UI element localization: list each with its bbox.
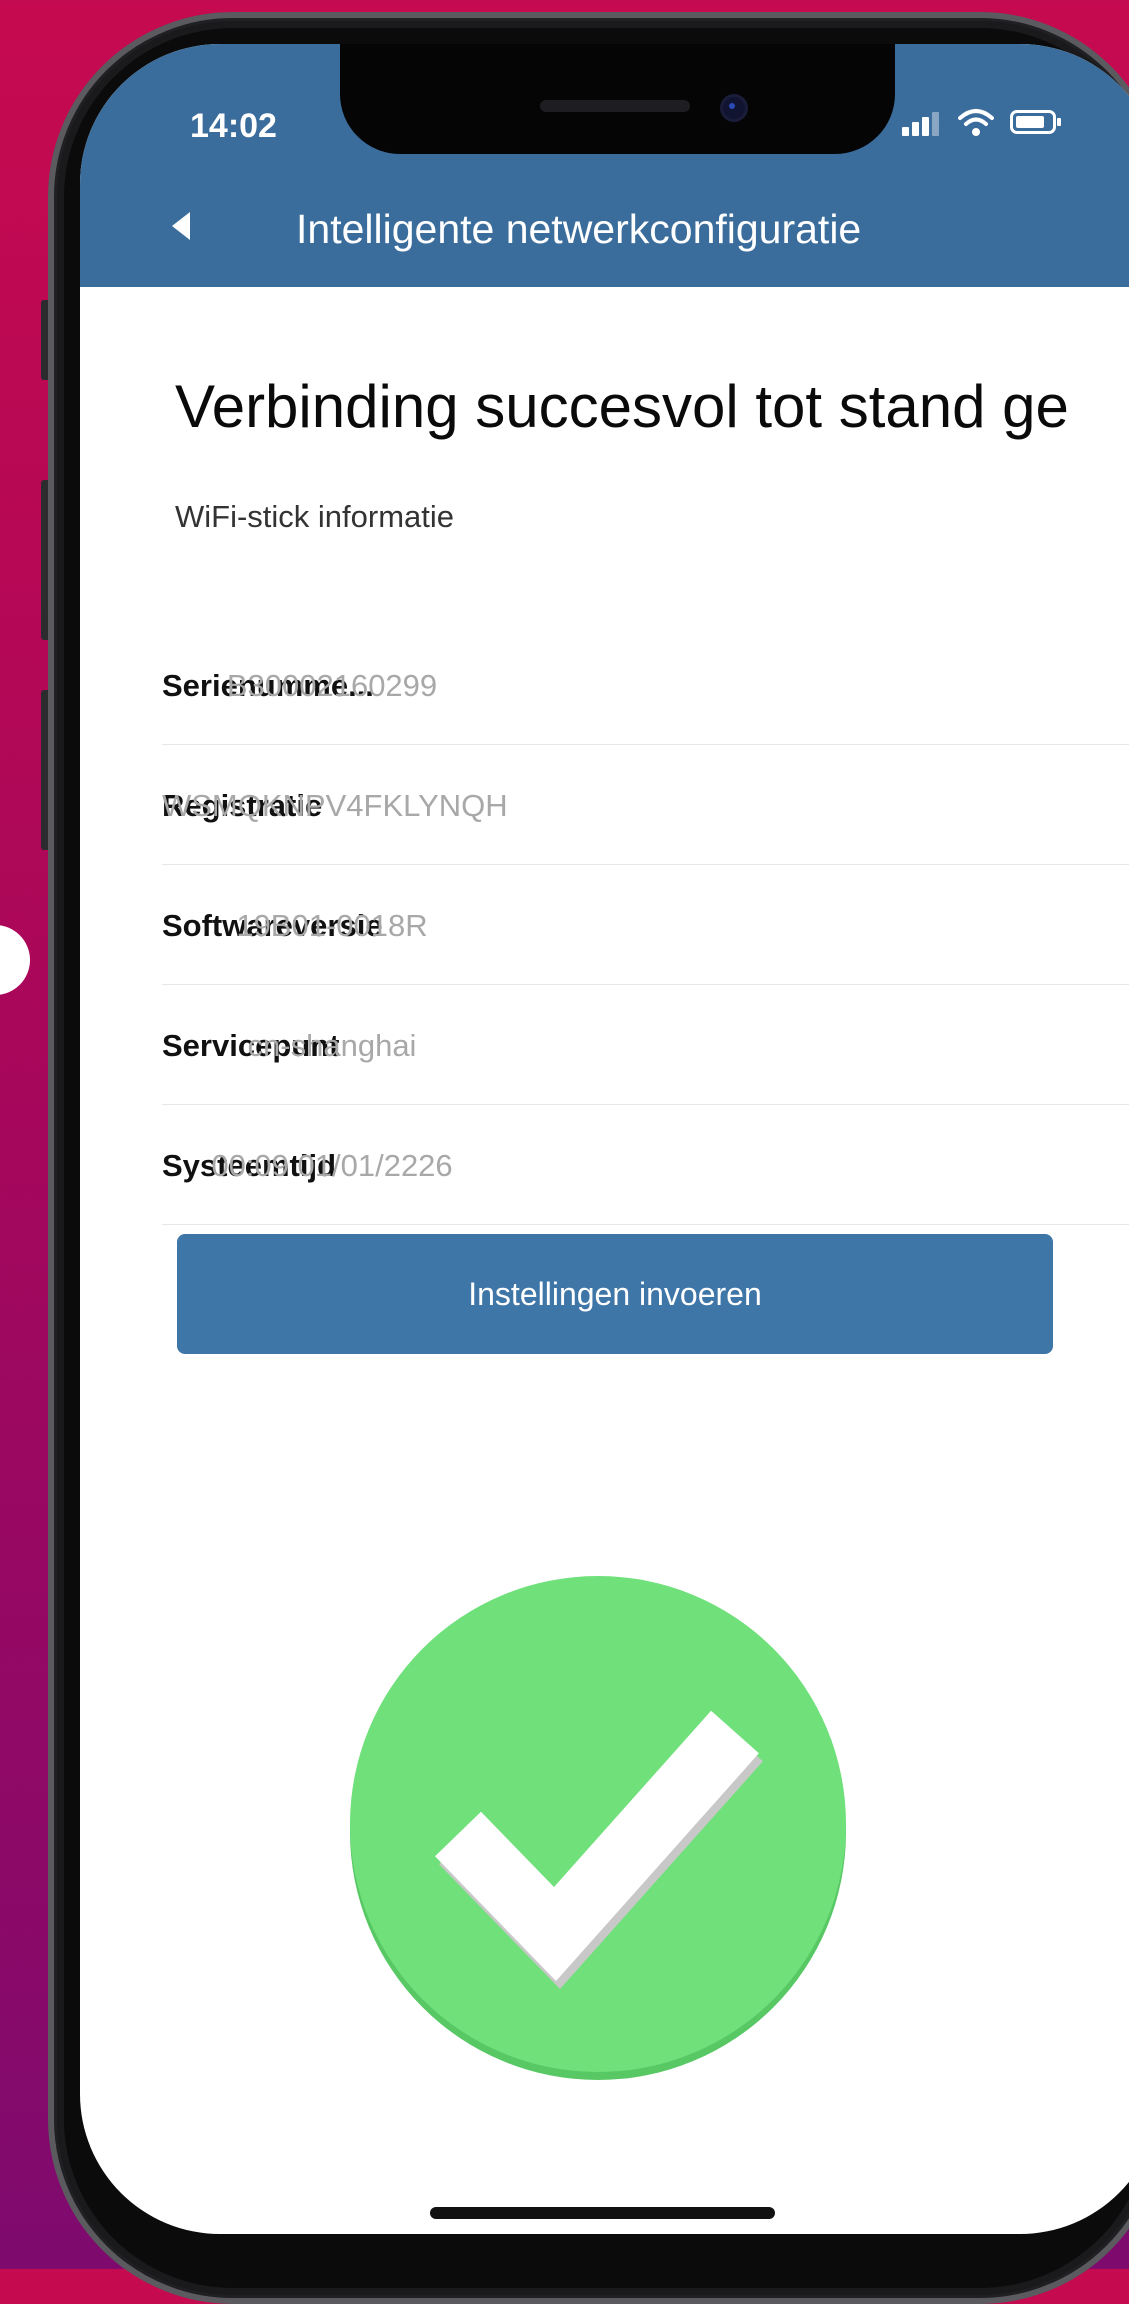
info-row-software: Softwareversie 19B01-0018R [162, 864, 1129, 985]
enter-settings-button[interactable]: Instellingen invoeren [177, 1234, 1053, 1354]
info-value: WSMQKNPV4FKLYNQH [162, 788, 508, 823]
signal-icon [902, 112, 942, 136]
info-row-serial: Serienumme... B30002160299 [162, 624, 1129, 745]
wifi-icon [958, 109, 994, 136]
info-value: 00:09 01/01/2226 [211, 1148, 453, 1183]
status-time: 14:02 [190, 107, 277, 145]
phone-notch [340, 44, 895, 154]
info-value: 19B01-0018R [236, 908, 428, 943]
info-value: B30002160299 [226, 668, 438, 703]
phone-speaker [540, 100, 690, 112]
success-heading: Verbinding succesvol tot stand ge [175, 373, 1069, 440]
info-row-registration: Registratie WSMQKNPV4FKLYNQH [162, 744, 1129, 865]
home-indicator[interactable] [430, 2207, 775, 2219]
background-decoration [0, 925, 30, 995]
success-check-icon [350, 1576, 846, 2080]
battery-icon [1010, 110, 1061, 134]
section-label: WiFi-stick informatie [175, 499, 455, 534]
info-row-service-point: Servicepunt cn-shanghai [162, 984, 1129, 1105]
info-row-system-time: Systeemtijd 00:09 01/01/2226 [162, 1104, 1129, 1225]
app-screen: 14:02 Intelligente netwerkconfiguratie V… [80, 44, 1129, 2234]
phone-camera [720, 94, 748, 122]
info-value: cn-shanghai [247, 1028, 417, 1063]
page-title: Intelligente netwerkconfiguratie [296, 206, 862, 252]
back-arrow-icon[interactable] [172, 212, 190, 240]
